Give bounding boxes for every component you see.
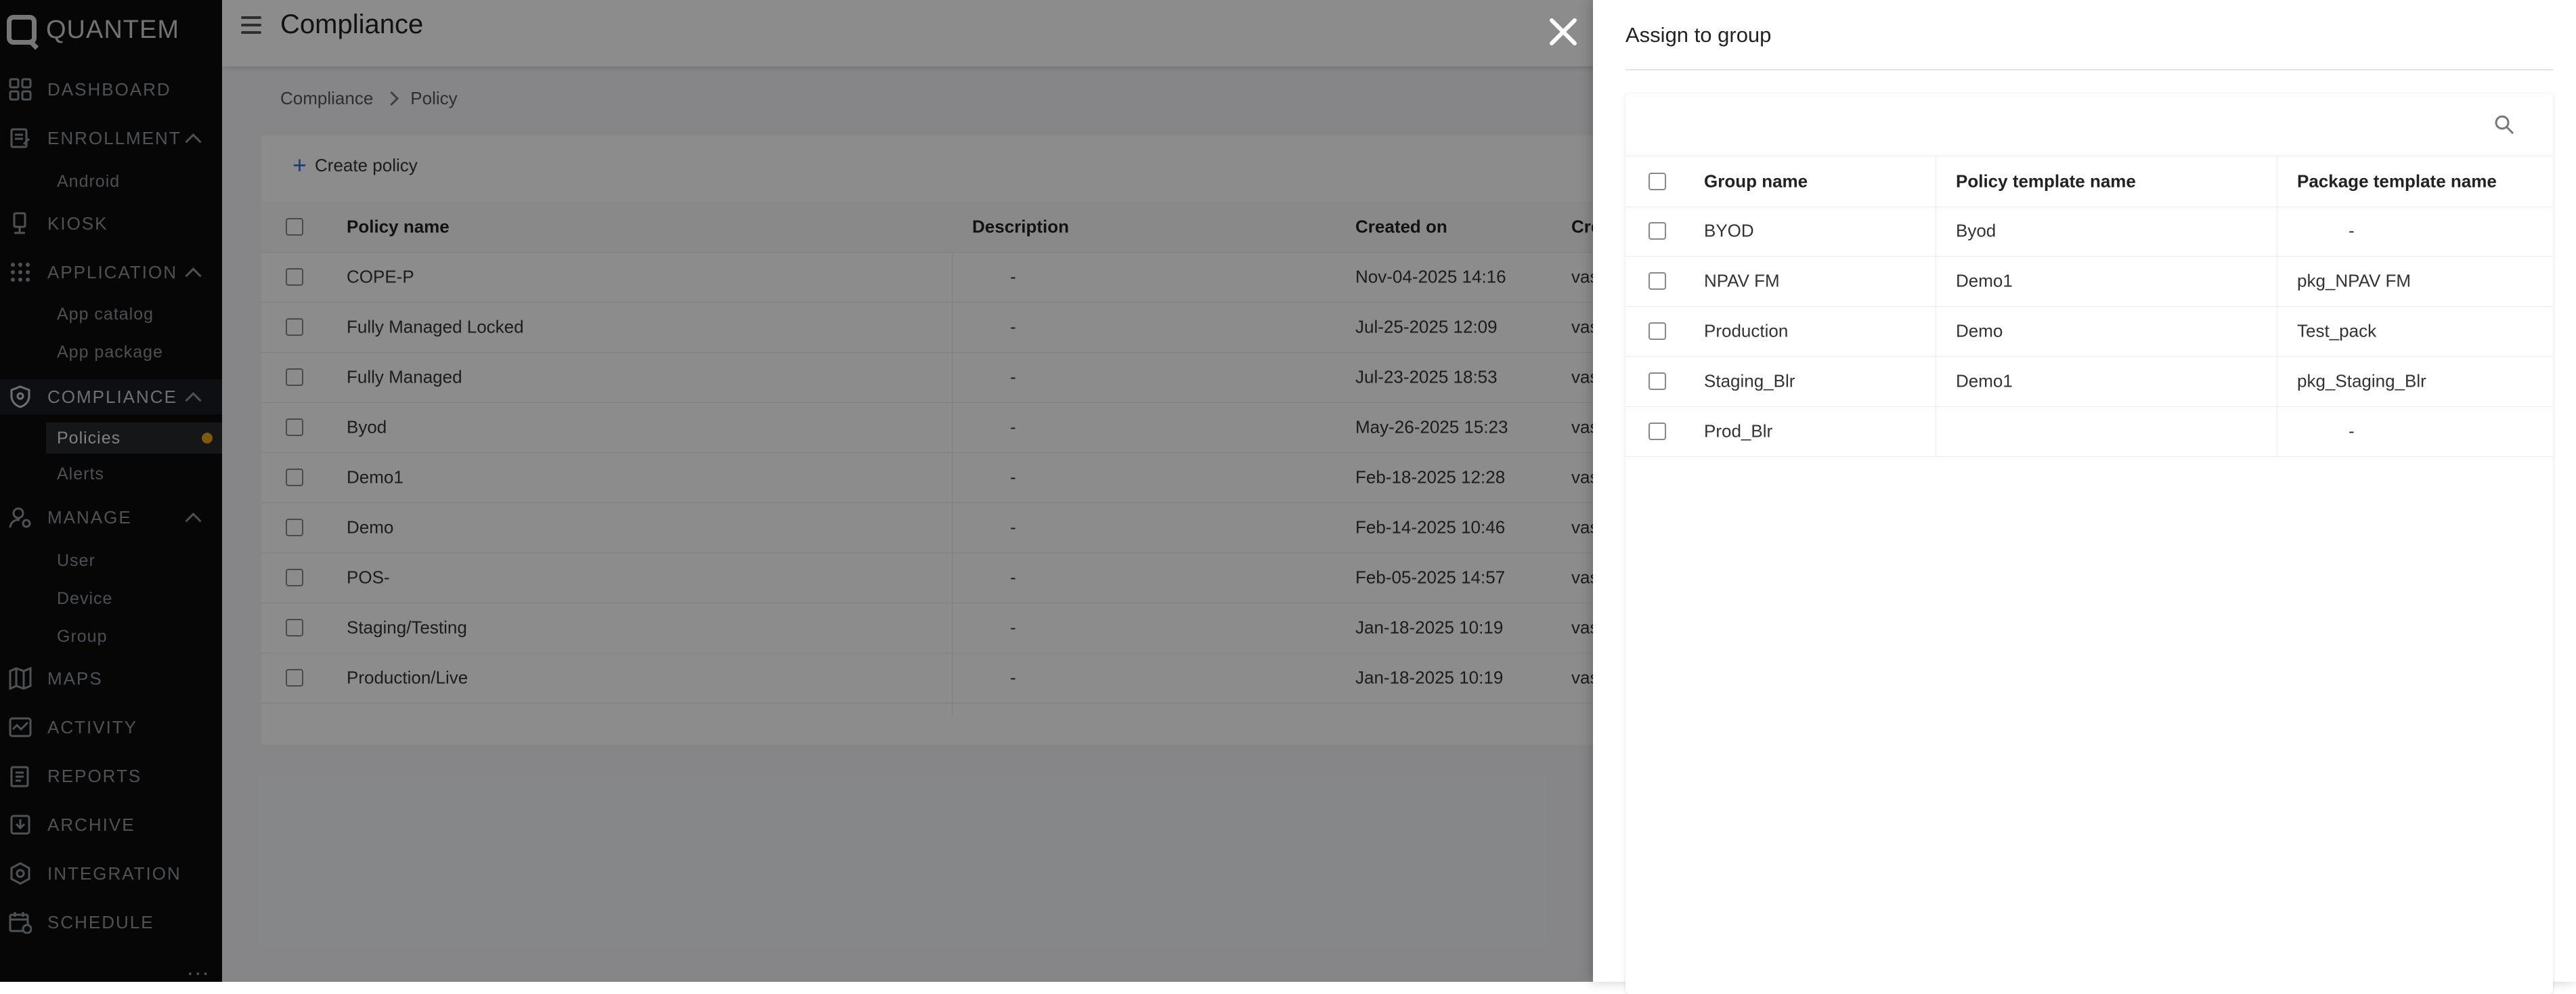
search-icon[interactable] [2493, 114, 2515, 135]
drawer-title: Assign to group [1625, 23, 1772, 47]
close-icon[interactable] [1545, 14, 1581, 50]
table-row[interactable]: NPAV FM Demo1 pkg_NPAV FM [1625, 256, 2553, 307]
group-policy-cell: Demo1 [1956, 370, 2013, 391]
group-group-cell: Prod_Blr [1704, 420, 1773, 441]
table-row[interactable]: BYOD Byod - [1625, 206, 2553, 257]
group-group-cell: BYOD [1704, 220, 1754, 241]
group-package-cell: pkg_Staging_Blr [2297, 370, 2426, 391]
select-all-checkbox[interactable] [1649, 173, 1666, 190]
table-row[interactable]: Prod_Blr - [1625, 406, 2553, 457]
row-checkbox[interactable] [1649, 322, 1666, 340]
group-group-cell: Production [1704, 320, 1789, 341]
row-checkbox[interactable] [1649, 423, 1666, 440]
drawer-divider [1625, 69, 2553, 70]
row-checkbox[interactable] [1649, 222, 1666, 240]
group-policy-cell: Demo [1956, 320, 2003, 341]
table-row[interactable]: Production Demo Test_pack [1625, 306, 2553, 357]
group-policy-cell: Byod [1956, 220, 1996, 241]
column-header: Group name [1704, 171, 1808, 192]
group-table-header: Group name Policy template name Package te… [1625, 156, 2553, 207]
group-package-cell: - [2349, 420, 2355, 441]
row-checkbox[interactable] [1649, 372, 1666, 390]
group-group-cell: Staging_Blr [1704, 370, 1795, 391]
group-table-panel: Group name Policy template name Package te… [1625, 93, 2553, 994]
group-group-cell: NPAV FM [1704, 270, 1780, 291]
group-package-cell: Test_pack [2297, 320, 2377, 341]
row-checkbox[interactable] [1649, 272, 1666, 290]
column-header: Package template name [2297, 171, 2497, 192]
group-package-cell: pkg_NPAV FM [2297, 270, 2411, 291]
group-policy-cell: Demo1 [1956, 270, 2013, 291]
column-header: Policy template name [1956, 171, 2136, 192]
assign-to-group-drawer: Assign to group Group name Policy templat… [1593, 0, 2576, 994]
group-package-cell: - [2349, 220, 2355, 241]
table-row[interactable]: Staging_Blr Demo1 pkg_Staging_Blr [1625, 356, 2553, 407]
